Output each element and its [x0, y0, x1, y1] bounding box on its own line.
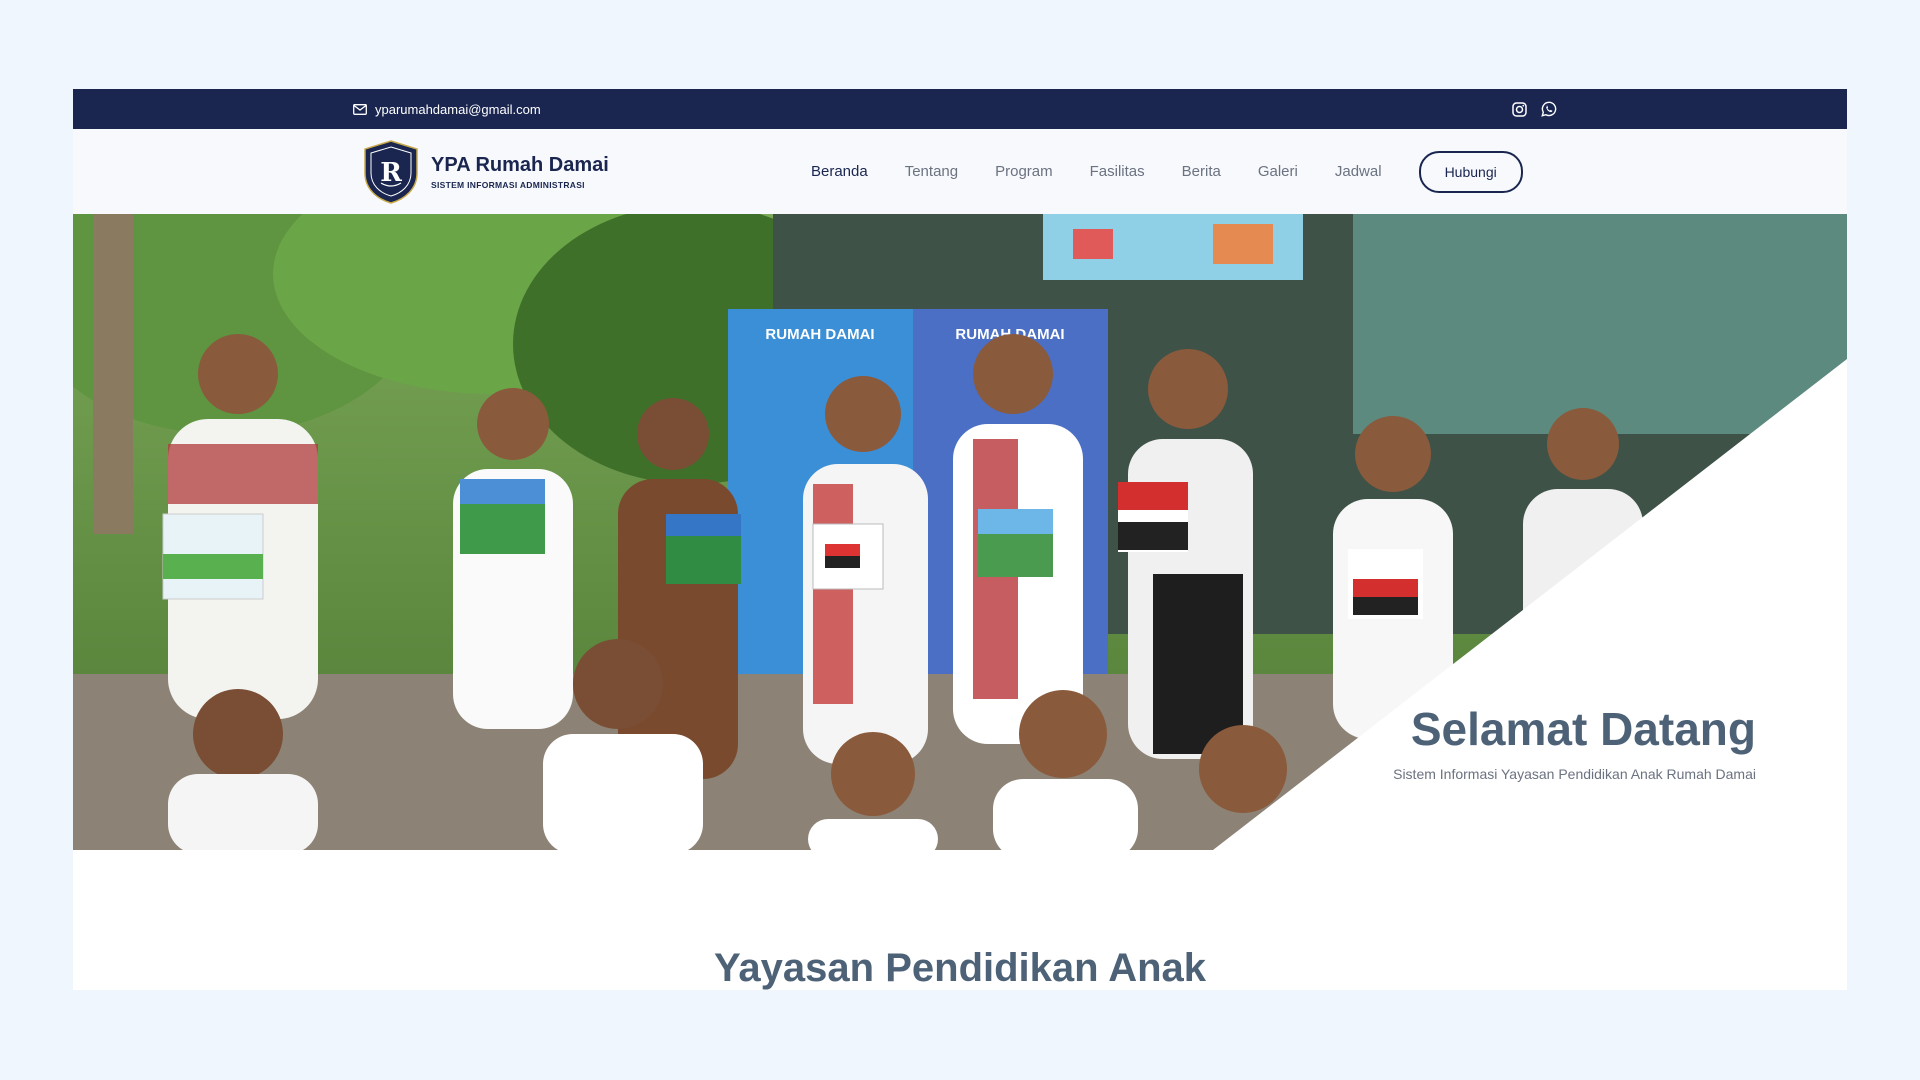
hero-caption: Selamat Datang Sistem Informasi Yayasan …	[1393, 702, 1756, 782]
site-header: R YPA Rumah Damai SISTEM INFORMASI ADMIN…	[73, 129, 1847, 214]
nav-item-beranda[interactable]: Beranda	[811, 163, 868, 180]
email-text: yparumahdamai@gmail.com	[375, 101, 541, 117]
whatsapp-icon[interactable]	[1541, 101, 1557, 117]
contact-button[interactable]: Hubungi	[1418, 150, 1523, 193]
page-frame: yparumahdamai@gmail.com R YPA Rumah Dama…	[73, 89, 1847, 990]
nav-item-fasilitas[interactable]: Fasilitas	[1090, 163, 1145, 180]
main-nav: Beranda Tentang Program Fasilitas Berita…	[811, 129, 1523, 214]
mail-icon	[353, 103, 367, 115]
brand-title: YPA Rumah Damai	[431, 154, 609, 176]
brand-subtitle: SISTEM INFORMASI ADMINISTRASI	[431, 180, 585, 190]
nav-item-program[interactable]: Program	[995, 163, 1053, 180]
hero-subheading: Sistem Informasi Yayasan Pendidikan Anak…	[1393, 766, 1756, 782]
nav-item-tentang[interactable]: Tentang	[905, 163, 958, 180]
top-bar: yparumahdamai@gmail.com	[73, 89, 1847, 129]
slider-next-button[interactable]	[1679, 494, 1755, 570]
hero-heading: Selamat Datang	[1410, 703, 1756, 755]
social-links	[1512, 89, 1557, 129]
hero-slider: RUMAH DAMAI RUMAH DAMAI Selamat Datang S…	[73, 214, 1847, 850]
nav-item-berita[interactable]: Berita	[1182, 163, 1221, 180]
instagram-icon[interactable]	[1512, 101, 1527, 117]
chevron-right-icon	[1707, 514, 1727, 550]
brand[interactable]: R YPA Rumah Damai SISTEM INFORMASI ADMIN…	[363, 139, 609, 205]
section-title: Yayasan Pendidikan Anak	[713, 946, 1207, 990]
nav-item-galeri[interactable]: Galeri	[1258, 163, 1298, 180]
contact-email[interactable]: yparumahdamai@gmail.com	[353, 89, 541, 129]
logo-shield-icon: R	[363, 139, 419, 205]
nav-item-jadwal[interactable]: Jadwal	[1335, 163, 1382, 180]
